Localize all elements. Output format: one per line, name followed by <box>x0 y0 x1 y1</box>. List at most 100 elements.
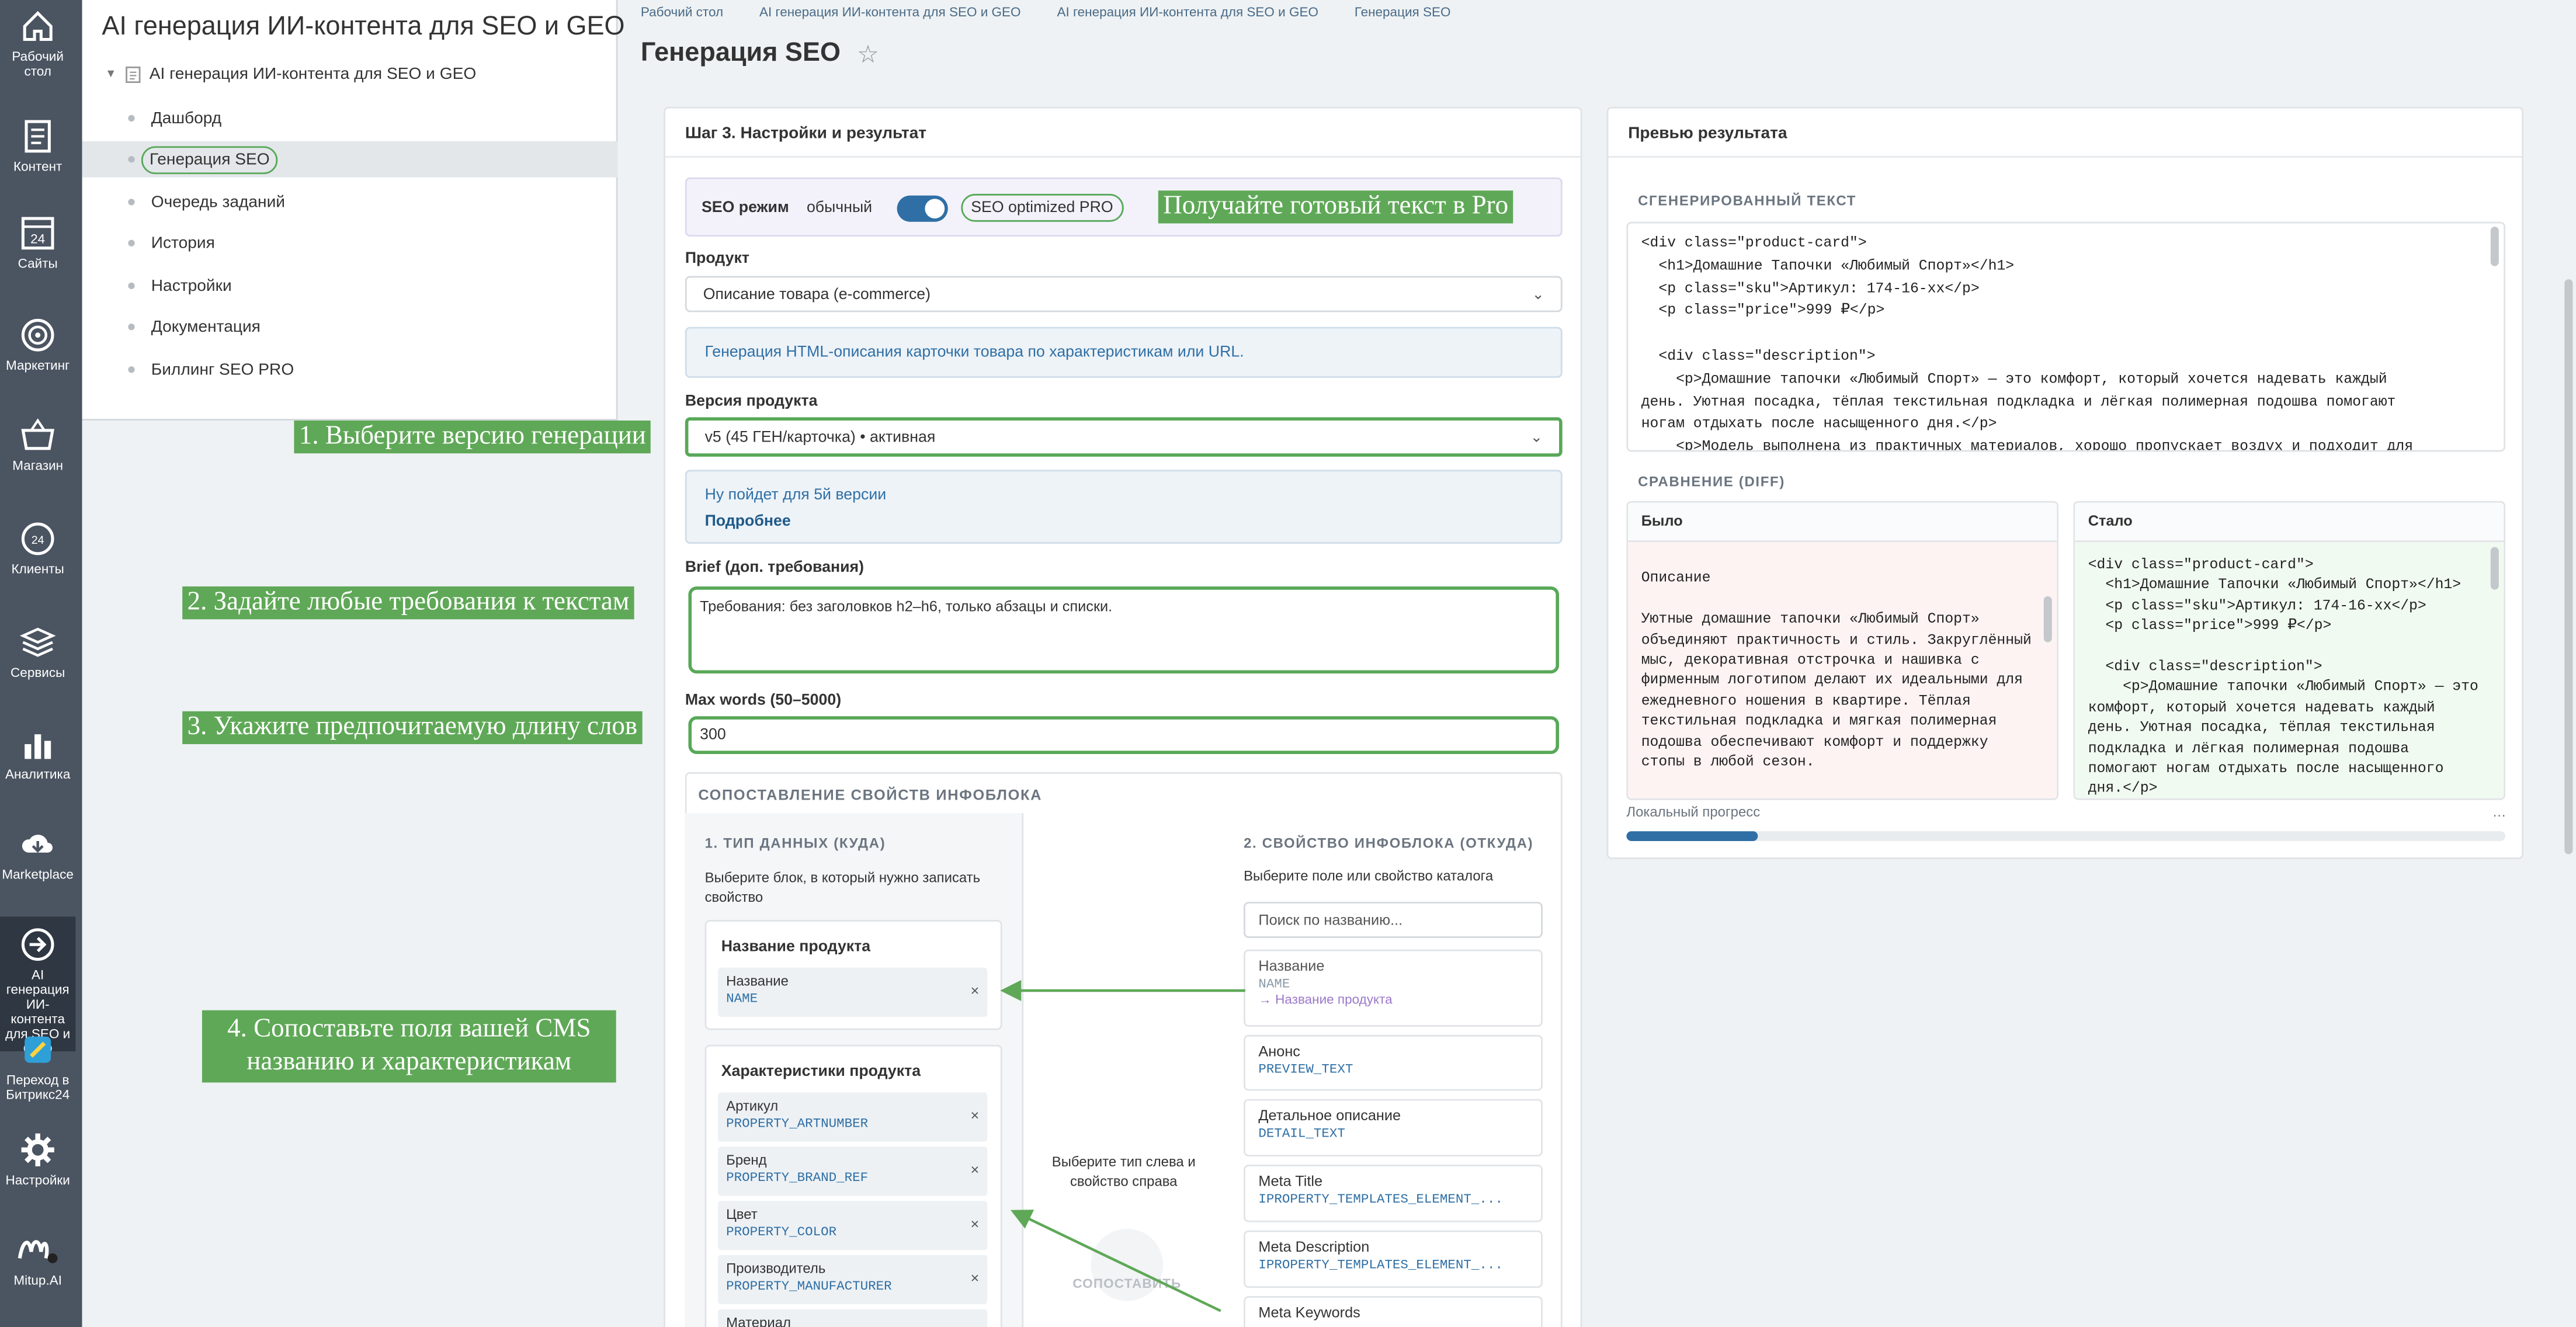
mapped-pill[interactable]: Цвет PROPERTY_COLOR × <box>718 1200 988 1250</box>
mapped-pill[interactable]: Бренд PROPERTY_BRAND_REF × <box>718 1147 988 1196</box>
page-scrollbar[interactable] <box>2561 0 2576 1327</box>
tree-item-queue[interactable]: Очередь заданий <box>128 187 285 217</box>
page-title-row: Генерация SEO ☆ <box>641 40 879 70</box>
rail-item-marketing[interactable]: Маркетинг <box>0 317 75 373</box>
rail-item-desktop[interactable]: Рабочий стол <box>0 8 75 79</box>
seo-mode-toggle[interactable] <box>897 195 948 222</box>
tree-item-billing[interactable]: Биллинг SEO PRO <box>128 355 294 385</box>
scrollbar-thumb[interactable] <box>2490 547 2499 590</box>
mapped-pill[interactable]: Артикул PROPERTY_ARTNUMBER × <box>718 1092 988 1142</box>
pill-name: Название <box>726 972 789 989</box>
mapped-pill[interactable]: Производитель PROPERTY_MANUFACTURER × <box>718 1255 988 1305</box>
rail-item-services[interactable]: Сервисы <box>0 624 75 680</box>
field-item-detail-text[interactable]: Детальное описание DETAIL_TEXT <box>1244 1099 1543 1156</box>
field-item-meta-title[interactable]: Meta Title IPROPERTY_TEMPLATES_ELEMENT_.… <box>1244 1165 1543 1222</box>
field-name: Meta Title <box>1258 1173 1323 1190</box>
annotation-step-3: 3. Укажите предпочитаемую длину слов <box>182 711 643 745</box>
diff-after-text[interactable]: <div class="product-card"> <h1>Домашние … <box>2075 542 2504 798</box>
field-name: Meta Keywords <box>1258 1304 1360 1321</box>
rail-item-sites[interactable]: 24 Сайты <box>0 215 75 271</box>
rail-item-mitup[interactable]: Mitup.AI <box>0 1232 75 1288</box>
breadcrumb-item[interactable]: Рабочий стол <box>641 5 723 19</box>
tree-item-dashboard[interactable]: Дашборд <box>128 103 221 133</box>
tree-item-seo-generation[interactable]: Генерация SEO <box>82 141 618 178</box>
breadcrumb: Рабочий стол AI генерация ИИ-контента дл… <box>641 5 1451 19</box>
rail-item-bitrix24[interactable]: Переход в Битрикс24 <box>0 1031 75 1102</box>
maxwords-input[interactable]: 300 <box>688 716 1560 754</box>
pill-name: Цвет <box>726 1206 758 1222</box>
breadcrumb-item[interactable]: Генерация SEO <box>1355 5 1451 19</box>
field-item-meta-keywords[interactable]: Meta Keywords <box>1244 1296 1543 1327</box>
field-mapped-to: → Название продукта <box>1258 992 1393 1008</box>
rail-label: Маркетинг <box>5 358 70 373</box>
diff-after-panel: Стало <div class="product-card"> <h1>Дом… <box>2073 501 2506 800</box>
field-code: DETAIL_TEXT <box>1258 1127 1345 1142</box>
scrollbar-thumb[interactable] <box>2490 227 2499 266</box>
diff-before-text[interactable]: Описание Уютные домашние тапочки «Любимы… <box>1628 542 2057 798</box>
rail-item-analytics[interactable]: Аналитика <box>0 726 75 782</box>
field-item-preview-text[interactable]: Анонс PREVIEW_TEXT <box>1244 1034 1543 1091</box>
field-name: Анонс <box>1258 1043 1300 1060</box>
rail-item-content[interactable]: Контент <box>0 119 75 175</box>
product-info: Генерация HTML-описания карточки товара … <box>685 326 1563 378</box>
pill-code: PROPERTY_ARTNUMBER <box>726 1117 869 1132</box>
generated-label: СГЕНЕРИРОВАННЫЙ ТЕКСТ <box>1638 192 1857 209</box>
pill-code: PROPERTY_COLOR <box>726 1225 837 1241</box>
pill-code: PROPERTY_BRAND_REF <box>726 1171 869 1186</box>
field-code: IPROPERTY_TEMPLATES_ELEMENT_... <box>1258 1192 1503 1208</box>
star-icon[interactable]: ☆ <box>857 40 879 69</box>
mapped-pill[interactable]: Название NAME × <box>718 967 988 1017</box>
rail-item-shop[interactable]: Магазин <box>0 417 75 473</box>
rail-item-settings[interactable]: Настройки <box>0 1132 75 1187</box>
brief-textarea[interactable]: Требования: без заголовков h2–h6, только… <box>688 586 1560 674</box>
settings-card-title: Шаг 3. Настройки и результат <box>685 124 927 143</box>
layers-icon <box>19 627 56 657</box>
field-name: Meta Description <box>1258 1238 1370 1255</box>
tree-item-history[interactable]: История <box>128 228 215 258</box>
field-search-input[interactable]: Поиск по названию... <box>1244 902 1543 938</box>
rail-label: Контент <box>13 159 63 175</box>
arrow-circle-icon <box>21 928 54 961</box>
app-title: AI генерация ИИ-контента для SEO и GEO <box>102 13 625 41</box>
remove-icon[interactable]: × <box>970 1270 979 1286</box>
product-select[interactable]: Описание товара (e-commerce) ⌄ <box>685 276 1563 312</box>
diff-before-panel: Было Описание Уютные домашние тапочки «Л… <box>1626 501 2059 800</box>
field-name: Название <box>1258 957 1325 974</box>
product-label: Продукт <box>685 249 749 268</box>
rail-item-clients[interactable]: 24 Клиенты <box>0 521 75 576</box>
annotation-step-4: 4. Сопоставьте поля вашей CMS названию и… <box>202 1010 616 1083</box>
tree-item-docs[interactable]: Документация <box>128 312 261 342</box>
rail-item-marketplace[interactable]: Marketplace <box>0 826 75 882</box>
gear-icon <box>21 1133 54 1166</box>
breadcrumb-item[interactable]: AI генерация ИИ-контента для SEO и GEO <box>759 5 1021 19</box>
version-more-link[interactable]: Подробнее <box>705 513 1543 531</box>
diff-label: СРАВНЕНИЕ (DIFF) <box>1638 473 1786 490</box>
generated-code[interactable]: <div class="product-card"> <h1>Домашние … <box>1626 221 2506 452</box>
page-icon <box>125 66 141 84</box>
mode-normal-label[interactable]: обычный <box>807 199 872 217</box>
remove-icon[interactable]: × <box>970 982 979 999</box>
diff-before-title: Было <box>1628 502 2057 543</box>
scrollbar-thumb[interactable] <box>2043 596 2052 642</box>
tree-item-settings[interactable]: Настройки <box>128 271 232 301</box>
breadcrumb-item[interactable]: AI генерация ИИ-контента для SEO и GEO <box>1057 5 1318 19</box>
mapping-title: СОПОСТАВЛЕНИЕ СВОЙСТВ ИНФОБЛОКА <box>698 787 1043 804</box>
svg-text:24: 24 <box>32 534 44 547</box>
tree-root[interactable]: ▼ AI генерация ИИ-контента для SEO и GEO <box>105 66 476 84</box>
remove-icon[interactable]: × <box>970 1107 979 1124</box>
mapping-arrows <box>1000 979 1245 1312</box>
version-select[interactable]: v5 (45 ГЕН/карточка) • активная ⌄ <box>685 417 1563 457</box>
field-item-meta-description[interactable]: Meta Description IPROPERTY_TEMPLATES_ELE… <box>1244 1230 1543 1288</box>
pill-name: Материал <box>726 1314 791 1327</box>
app-root: Рабочий стол Контент 24 Сайты Маркетинг … <box>0 0 2576 1327</box>
rail-label: Сайты <box>18 256 58 272</box>
mapped-pill[interactable]: Материал <box>718 1309 988 1327</box>
chevron-down-icon: ⌄ <box>1532 284 1544 302</box>
caret-down-icon[interactable]: ▼ <box>105 69 117 81</box>
cloud-download-icon <box>22 835 53 853</box>
remove-icon[interactable]: × <box>970 1161 979 1177</box>
field-item-name[interactable]: Название NAME → Название продукта <box>1244 949 1543 1027</box>
remove-icon[interactable]: × <box>970 1215 979 1232</box>
page-scrollbar-thumb[interactable] <box>2564 279 2573 854</box>
mode-pro-label[interactable]: SEO optimized PRO <box>961 193 1123 222</box>
